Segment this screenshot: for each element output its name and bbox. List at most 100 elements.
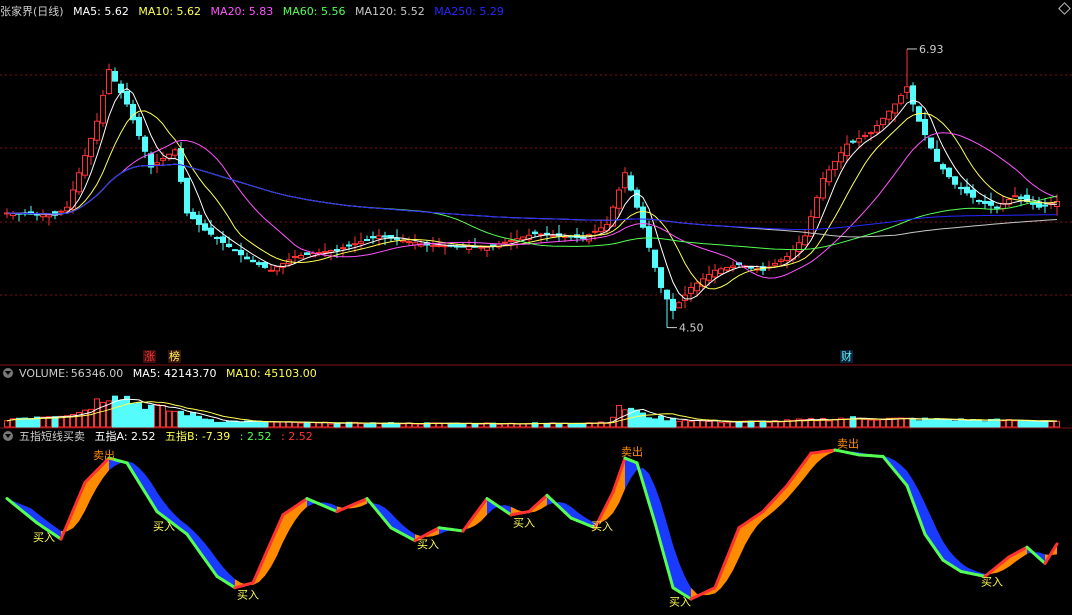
volume-bar-35 xyxy=(214,421,220,428)
candle-body-12 xyxy=(76,172,82,193)
indicator-toggle-icon[interactable] xyxy=(3,431,13,441)
volume-bar-19 xyxy=(118,399,124,428)
volume-bar-151 xyxy=(910,418,916,428)
candle-body-144 xyxy=(868,132,874,135)
candle-body-107 xyxy=(646,226,652,248)
candle-body-119 xyxy=(718,268,724,275)
buy-signal-label-4: 买入 xyxy=(513,517,535,530)
volume-bar-66 xyxy=(400,423,406,428)
ma10-legend: MA10: 5.62 xyxy=(138,5,202,18)
candle-body-10 xyxy=(64,206,70,212)
candle-body-20 xyxy=(124,91,130,105)
candle-body-138 xyxy=(832,160,838,171)
volume-bar-171 xyxy=(1030,420,1036,428)
volume-bar-4 xyxy=(28,418,34,428)
candle-body-103 xyxy=(622,172,628,189)
volume-bar-54 xyxy=(328,423,334,428)
volume-bar-169 xyxy=(1018,419,1024,428)
candle-body-140 xyxy=(844,143,850,157)
volume-panel-header: VOLUME: 56346.00 MA5: 42143.70 MA10: 4510… xyxy=(0,366,323,382)
volume-bar-110 xyxy=(664,420,670,428)
buy-signal-label-1: 买入 xyxy=(153,520,175,533)
candle-body-49 xyxy=(298,255,304,259)
candle-body-42 xyxy=(256,262,262,266)
volume-bar-65 xyxy=(394,423,400,428)
candle-body-34 xyxy=(208,227,214,235)
candle-body-115 xyxy=(694,282,700,292)
candle-body-26 xyxy=(160,157,166,161)
candle-body-79 xyxy=(478,246,484,249)
candle-body-128 xyxy=(772,262,778,266)
volume-toggle-icon[interactable] xyxy=(3,368,13,378)
candle-body-133 xyxy=(802,235,808,246)
candle-body-38 xyxy=(232,249,238,252)
volume-bar-175 xyxy=(1054,420,1060,428)
candle-body-149 xyxy=(898,94,904,104)
candle-body-146 xyxy=(880,117,886,126)
candle-body-169 xyxy=(1018,196,1024,200)
ma60-legend: MA60: 5.56 xyxy=(282,5,346,18)
candle-body-98 xyxy=(592,230,598,233)
candle-body-18 xyxy=(112,70,118,82)
volume-bar-27 xyxy=(166,410,172,428)
volume-bar-144 xyxy=(868,419,874,428)
candle-body-83 xyxy=(502,241,508,244)
buy-signal-label-2: 买入 xyxy=(237,588,259,601)
candle-body-99 xyxy=(598,227,604,233)
candle-body-116 xyxy=(700,278,706,287)
candle-body-136 xyxy=(820,178,826,199)
badge-cai[interactable]: 财 xyxy=(840,350,853,363)
volume-bar-45 xyxy=(274,421,280,428)
volume-bar-30 xyxy=(184,415,190,428)
price-candles xyxy=(4,48,1060,328)
volume-bar-76 xyxy=(460,423,466,428)
chart-canvas[interactable]: 6.93 4.50 买入买入买入买入买入 买入买入买入卖出 卖出卖出 xyxy=(0,0,1072,615)
volume-bar-119 xyxy=(718,422,724,428)
candle-body-30 xyxy=(184,177,190,214)
volume-bar-23 xyxy=(142,408,148,428)
volume-bar-129 xyxy=(778,421,784,428)
volume-bar-33 xyxy=(202,418,208,428)
candle-body-28 xyxy=(172,149,178,156)
badge-zhang[interactable]: 涨 xyxy=(143,350,156,363)
volume-bar-46 xyxy=(280,421,286,428)
ma20-line xyxy=(6,132,1058,279)
volume-bar-160 xyxy=(964,420,970,428)
sell-signal-label-1: 卖出 xyxy=(621,445,643,459)
candle-body-61 xyxy=(370,236,376,239)
volume-bar-173 xyxy=(1042,420,1048,428)
candle-body-62 xyxy=(376,235,382,240)
volume-bar-0 xyxy=(4,420,10,428)
buy-signal-label-5: 买入 xyxy=(591,520,613,533)
volume-bar-55 xyxy=(334,423,340,428)
volume-bar-143 xyxy=(862,418,868,428)
volume-bar-161 xyxy=(970,419,976,428)
candle-body-77 xyxy=(466,246,472,250)
candle-body-67 xyxy=(406,241,412,244)
indicator-b-legend: 五指B: -7.39 xyxy=(165,430,231,443)
candle-body-120 xyxy=(724,266,730,271)
candle-body-173 xyxy=(1042,204,1048,207)
candle-body-112 xyxy=(676,302,682,309)
candle-body-25 xyxy=(154,162,160,166)
candle-body-165 xyxy=(994,206,1000,209)
candle-body-15 xyxy=(94,120,100,141)
volume-bar-107 xyxy=(646,417,652,428)
candle-body-159 xyxy=(958,187,964,190)
volume-bar-140 xyxy=(844,418,850,428)
volume-bar-158 xyxy=(952,420,958,428)
indicator-title: 五指短线买卖 xyxy=(19,430,85,443)
ma5-legend: MA5: 5.62 xyxy=(73,5,129,18)
candle-body-118 xyxy=(712,269,718,278)
indicator-a-legend: 五指A: 2.52 xyxy=(94,430,156,443)
volume-bar-22 xyxy=(136,402,142,428)
volume-bar-156 xyxy=(940,419,946,428)
candle-body-108 xyxy=(652,249,658,268)
volume-bar-34 xyxy=(208,419,214,428)
candle-body-102 xyxy=(616,189,622,209)
candle-body-89 xyxy=(538,233,544,236)
badge-bang[interactable]: 榜 xyxy=(168,350,181,363)
candle-body-164 xyxy=(988,201,994,206)
volume-bar-21 xyxy=(130,403,136,428)
candle-body-111 xyxy=(670,298,676,311)
